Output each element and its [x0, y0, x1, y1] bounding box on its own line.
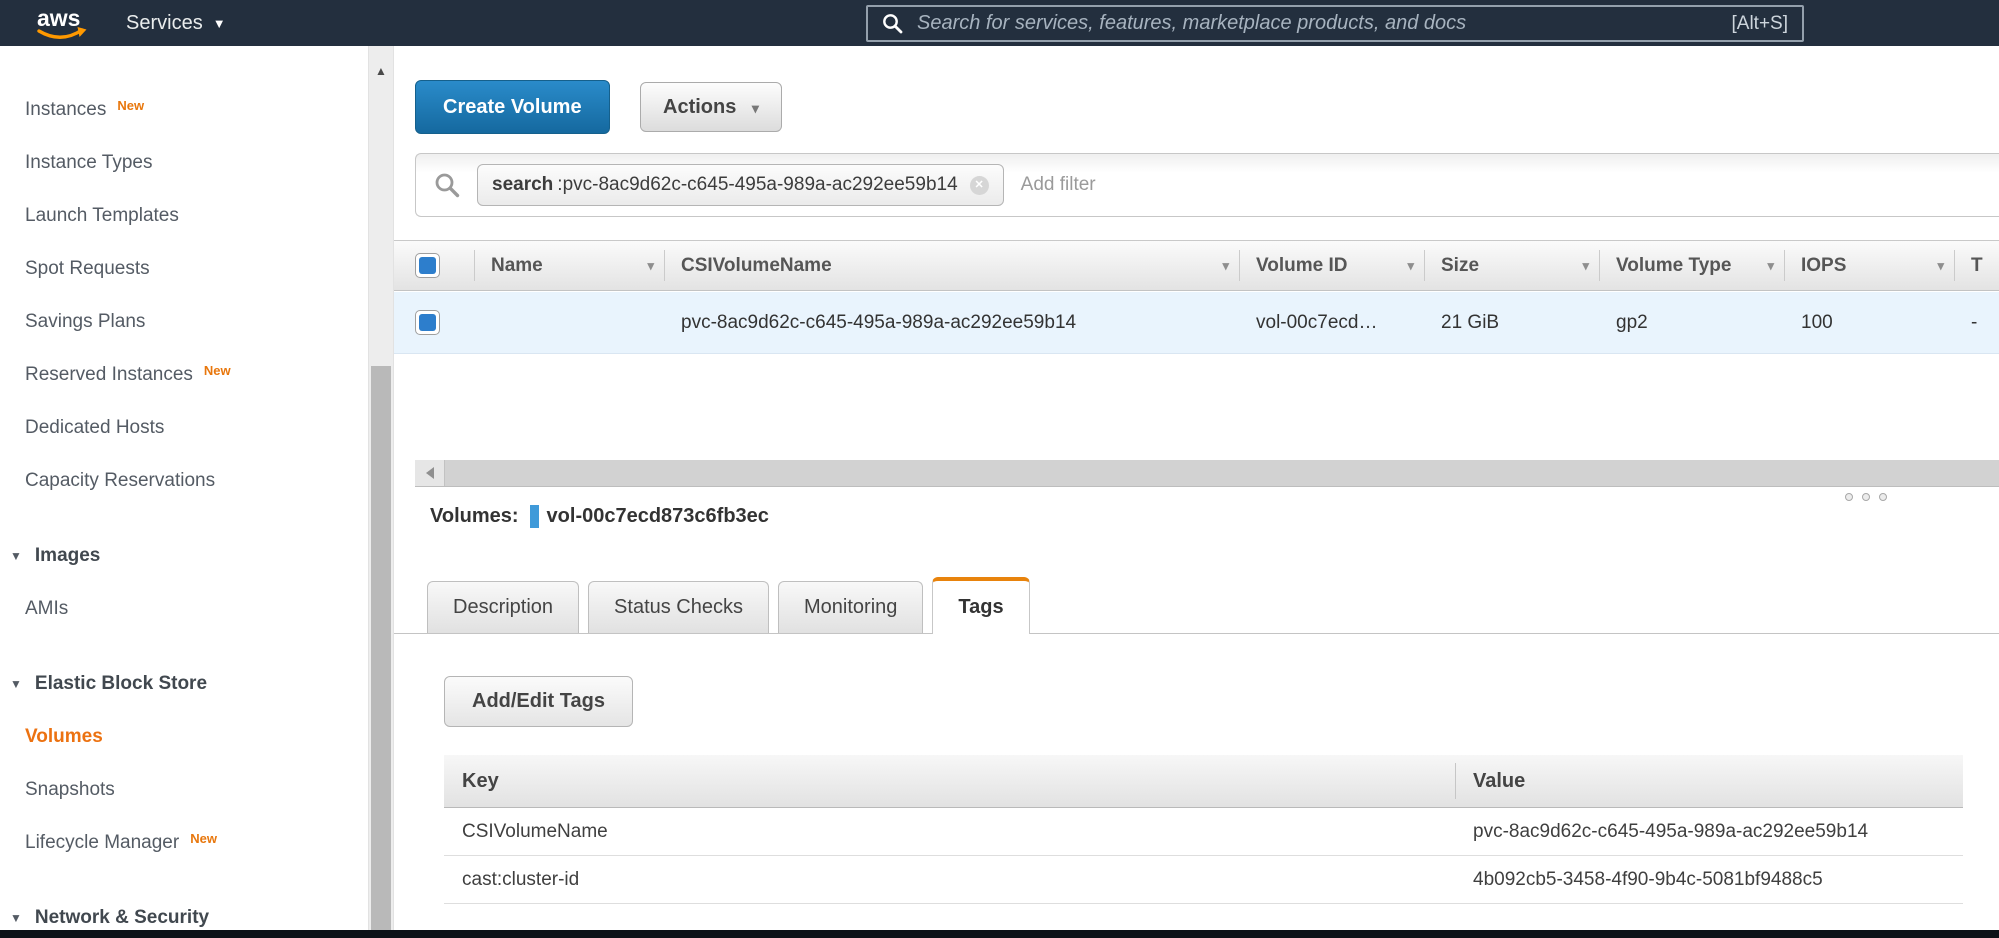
volume-table-row[interactable]: pvc-8ac9d62c-c645-495a-989a-ac292ee59b14… [394, 292, 1999, 354]
selection-bar-icon [530, 505, 539, 528]
section-collapse-icon: ▼ [10, 911, 22, 925]
column-header-csivolumename[interactable]: CSIVolumeName ▾ [664, 241, 1239, 290]
aws-logo[interactable]: aws [34, 5, 88, 47]
scroll-up-icon[interactable]: ▲ [369, 64, 393, 78]
aws-logo-icon: aws [34, 5, 88, 42]
add-edit-tags-button[interactable]: Add/Edit Tags [444, 676, 633, 727]
tab-tags[interactable]: Tags [932, 577, 1029, 634]
tab-monitoring[interactable]: Monitoring [778, 581, 923, 633]
sidebar-item-launch-templates[interactable]: Launch Templates [0, 189, 368, 242]
select-all-cell [408, 241, 474, 290]
create-volume-button[interactable]: Create Volume [415, 80, 610, 134]
sidebar-item-amis[interactable]: AMIs [0, 582, 368, 635]
sort-icon: ▾ [1222, 258, 1229, 274]
section-collapse-icon: ▼ [10, 549, 22, 563]
sidebar-item-capacity-reservations[interactable]: Capacity Reservations [0, 454, 368, 507]
chevron-down-icon: ▾ [752, 100, 759, 116]
tag-key: cast:cluster-id [444, 856, 1455, 903]
sort-icon: ▾ [647, 258, 654, 274]
row-select-cell [408, 292, 474, 353]
column-header-name[interactable]: Name ▾ [474, 241, 664, 290]
filter-value: pvc-8ac9d62c-c645-495a-989a-ac292ee59b14 [563, 174, 958, 196]
active-filter-pill[interactable]: search : pvc-8ac9d62c-c645-495a-989a-ac2… [477, 164, 1004, 206]
sidebar-section-network-security[interactable]: ▼ Network & Security [0, 891, 368, 930]
tags-table-header: Key Value [444, 755, 1963, 808]
tag-value: 4b092cb5-3458-4f90-9b4c-5081bf9488c5 [1455, 856, 1963, 903]
volumes-table-header: Name ▾ CSIVolumeName ▾ Volume ID ▾ Size … [394, 240, 1999, 291]
tab-description[interactable]: Description [427, 581, 579, 633]
cell-volume-id: vol-00c7ecd… [1239, 292, 1424, 353]
top-navbar: aws Services ▼ Search for services, feat… [0, 0, 1999, 46]
search-shortcut-hint: [Alt+S] [1732, 13, 1789, 35]
add-filter-button[interactable]: Add filter [1021, 174, 1096, 196]
aws-console-window: aws Services ▼ Search for services, feat… [0, 0, 1999, 938]
sidebar-item-reserved-instances[interactable]: Reserved Instances New [0, 348, 368, 401]
column-header-volume-id[interactable]: Volume ID ▾ [1239, 241, 1424, 290]
services-label: Services [126, 12, 203, 35]
column-header-size[interactable]: Size ▾ [1424, 241, 1599, 290]
scroll-left-icon [426, 467, 434, 479]
sidebar-section-images[interactable]: ▼ Images [0, 529, 368, 582]
detail-panel-title: Volumes: vol-00c7ecd873c6fb3ec [430, 505, 769, 528]
tags-header-value: Value [1455, 755, 1963, 807]
cell-name [474, 292, 664, 353]
select-all-checkbox[interactable] [415, 253, 440, 278]
filter-bar[interactable]: search : pvc-8ac9d62c-c645-495a-989a-ac2… [415, 153, 1999, 217]
new-badge: New [204, 363, 231, 378]
sidebar-nav: Instances New Instance Types Launch Temp… [0, 46, 368, 930]
new-badge: New [117, 98, 144, 113]
page-body: Instances New Instance Types Launch Temp… [0, 46, 1999, 930]
main-content: Create Volume Actions ▾ search : pvc-8ac… [394, 46, 1999, 930]
section-collapse-icon: ▼ [10, 677, 22, 691]
services-menu[interactable]: Services ▼ [126, 0, 226, 46]
sidebar-item-savings-plans[interactable]: Savings Plans [0, 295, 368, 348]
sidebar-item-lifecycle-manager[interactable]: Lifecycle Manager New [0, 816, 368, 869]
search-icon [882, 13, 903, 34]
chevron-down-icon: ▼ [213, 16, 226, 31]
remove-filter-icon[interactable]: ✕ [970, 176, 989, 195]
selected-volume-id: vol-00c7ecd873c6fb3ec [547, 505, 769, 528]
cell-throughput: - [1954, 292, 1999, 353]
sort-icon: ▾ [1937, 258, 1944, 274]
panel-resize-grip[interactable] [1836, 493, 1887, 501]
global-search-input[interactable]: Search for services, features, marketpla… [866, 5, 1804, 42]
bottom-edge-bar [0, 930, 1999, 938]
sort-icon: ▾ [1767, 258, 1774, 274]
table-horizontal-scrollbar[interactable] [415, 460, 1999, 487]
tag-value: pvc-8ac9d62c-c645-495a-989a-ac292ee59b14 [1455, 808, 1963, 855]
column-header-throughput[interactable]: T [1954, 241, 1999, 290]
cell-iops: 100 [1784, 292, 1954, 353]
actions-button[interactable]: Actions ▾ [640, 82, 782, 132]
tag-key: CSIVolumeName [444, 808, 1455, 855]
svg-text:aws: aws [37, 5, 80, 31]
tag-row-csivolumename: CSIVolumeName pvc-8ac9d62c-c645-495a-989… [444, 808, 1963, 856]
scroll-left-button[interactable] [415, 460, 445, 486]
sort-icon: ▾ [1582, 258, 1589, 274]
global-search-placeholder: Search for services, features, marketpla… [917, 12, 1720, 35]
sidebar-item-snapshots[interactable]: Snapshots [0, 763, 368, 816]
sidebar-scrollbar[interactable]: ▲ [368, 46, 394, 930]
sidebar-item-spot-requests[interactable]: Spot Requests [0, 242, 368, 295]
cell-volume-type: gp2 [1599, 292, 1784, 353]
tab-status-checks[interactable]: Status Checks [588, 581, 769, 633]
sidebar-section-elastic-block-store[interactable]: ▼ Elastic Block Store [0, 657, 368, 710]
cell-size: 21 GiB [1424, 292, 1599, 353]
column-header-volume-type[interactable]: Volume Type ▾ [1599, 241, 1784, 290]
sidebar-item-volumes[interactable]: Volumes [0, 710, 368, 763]
row-checkbox[interactable] [415, 310, 440, 335]
sidebar-item-instance-types[interactable]: Instance Types [0, 136, 368, 189]
sidebar-item-instances[interactable]: Instances New [0, 83, 368, 136]
search-icon [434, 172, 460, 198]
scrollbar-thumb[interactable] [371, 366, 391, 930]
new-badge: New [190, 831, 217, 846]
tags-header-key: Key [444, 755, 1455, 807]
tag-row-cast-cluster-id: cast:cluster-id 4b092cb5-3458-4f90-9b4c-… [444, 856, 1963, 904]
sidebar-item-dedicated-hosts[interactable]: Dedicated Hosts [0, 401, 368, 454]
tags-table: Key Value CSIVolumeName pvc-8ac9d62c-c64… [444, 755, 1963, 904]
detail-tabs: Description Status Checks Monitoring Tag… [394, 577, 1999, 634]
filter-key: search [492, 174, 553, 196]
column-header-iops[interactable]: IOPS ▾ [1784, 241, 1954, 290]
sort-icon: ▾ [1407, 258, 1414, 274]
cell-csivolumename: pvc-8ac9d62c-c645-495a-989a-ac292ee59b14 [664, 292, 1239, 353]
